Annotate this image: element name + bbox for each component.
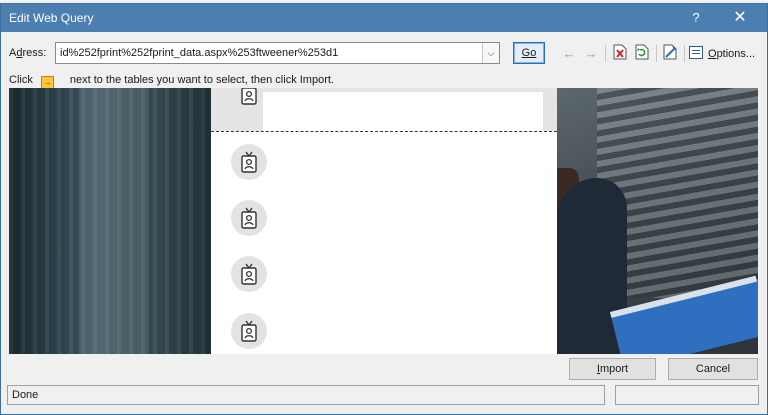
table-boundary-dashed (211, 131, 557, 132)
forward-arrow-icon[interactable]: → (583, 44, 599, 64)
stop-icon[interactable] (611, 44, 629, 64)
background-photo-left (9, 88, 211, 354)
back-arrow-icon[interactable]: ← (561, 44, 577, 64)
web-page-viewer[interactable] (9, 88, 758, 354)
go-button[interactable]: Go (513, 42, 545, 64)
refresh-icon[interactable] (633, 44, 651, 64)
id-badge-icon[interactable] (231, 313, 267, 349)
status-bar-secondary (615, 385, 759, 405)
cancel-button[interactable]: Cancel (668, 358, 758, 380)
id-badge-icon[interactable] (231, 256, 267, 292)
options-button[interactable]: Options... (689, 44, 755, 64)
background-photo-right (557, 88, 758, 354)
options-icon (689, 46, 703, 59)
address-label: Adress: (9, 47, 47, 59)
help-button[interactable]: ? (683, 8, 709, 28)
dialog-title: Edit Web Query (9, 11, 94, 25)
save-query-icon[interactable] (661, 44, 679, 64)
toolbar-separator (605, 45, 606, 62)
close-button[interactable]: ✕ (725, 8, 755, 28)
id-badge-icon[interactable] (231, 144, 267, 180)
toolbar-separator (684, 45, 685, 62)
address-combobox[interactable]: id%252fprint%252fprint_data.aspx%253ftwe… (55, 42, 500, 64)
title-bar: Edit Web Query ? ✕ (1, 4, 767, 32)
toolbar-separator (656, 45, 657, 62)
chevron-down-icon[interactable]: ⌵ (482, 43, 499, 63)
id-badge-icon[interactable] (231, 200, 267, 236)
edit-web-query-dialog: Edit Web Query ? ✕ Adress: id%252fprint%… (0, 3, 768, 415)
import-button[interactable]: Import (569, 358, 656, 380)
instruction-text: Click → next to the tables you want to sel… (9, 74, 334, 89)
address-input[interactable]: id%252fprint%252fprint_data.aspx%253ftwe… (60, 47, 338, 59)
web-content-panel (211, 88, 557, 354)
status-bar: Done (7, 385, 605, 405)
status-text: Done (12, 389, 39, 401)
